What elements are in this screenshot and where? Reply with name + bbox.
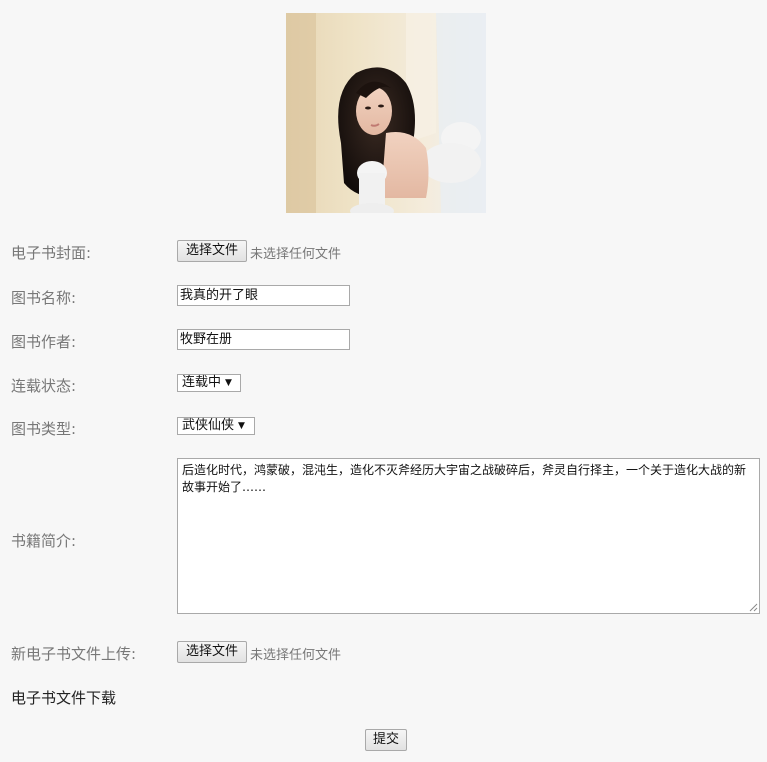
choose-cover-file-button[interactable]: 选择文件 [177,240,247,262]
cover-file-status: 未选择任何文件 [250,247,342,262]
serial-status-value: 连载中 [182,375,222,390]
cover-image [286,13,486,213]
resize-grip-icon[interactable] [748,602,758,612]
title-label: 图书名称: [11,289,77,307]
chevron-down-icon: ▼ [238,421,245,431]
serial-status-select[interactable]: 连载中 ▼ [177,374,241,392]
type-label: 图书类型: [11,420,77,438]
edit-ebook-page: 电子书封面: 选择文件 未选择任何文件 图书名称: 我真的开了眼 图书作者: 牧… [0,0,767,762]
book-type-value: 武侠仙侠 [182,418,235,433]
submit-button[interactable]: 提交 [365,729,407,751]
book-intro-textarea[interactable]: 后造化时代，鸿蒙破，混沌生，造化不灭斧经历大宇宙之战破碎后，斧灵自行择主，一个关… [177,458,760,614]
upload-label: 新电子书文件上传: [11,645,137,663]
chevron-down-icon: ▼ [225,378,232,388]
book-type-select[interactable]: 武侠仙侠 ▼ [177,417,255,435]
cover-label: 电子书封面: [11,244,92,262]
choose-ebook-file-button[interactable]: 选择文件 [177,641,247,663]
status-label: 连载状态: [11,377,77,395]
book-title-input[interactable]: 我真的开了眼 [177,285,350,306]
intro-label: 书籍简介: [11,532,77,550]
ebook-file-status: 未选择任何文件 [250,648,342,663]
ebook-download-link[interactable]: 电子书文件下载 [11,687,116,708]
book-author-input[interactable]: 牧野在册 [177,329,350,350]
book-intro-text: 后造化时代，鸿蒙破，混沌生，造化不灭斧经历大宇宙之战破碎后，斧灵自行择主，一个关… [182,463,747,494]
author-label: 图书作者: [11,333,77,351]
